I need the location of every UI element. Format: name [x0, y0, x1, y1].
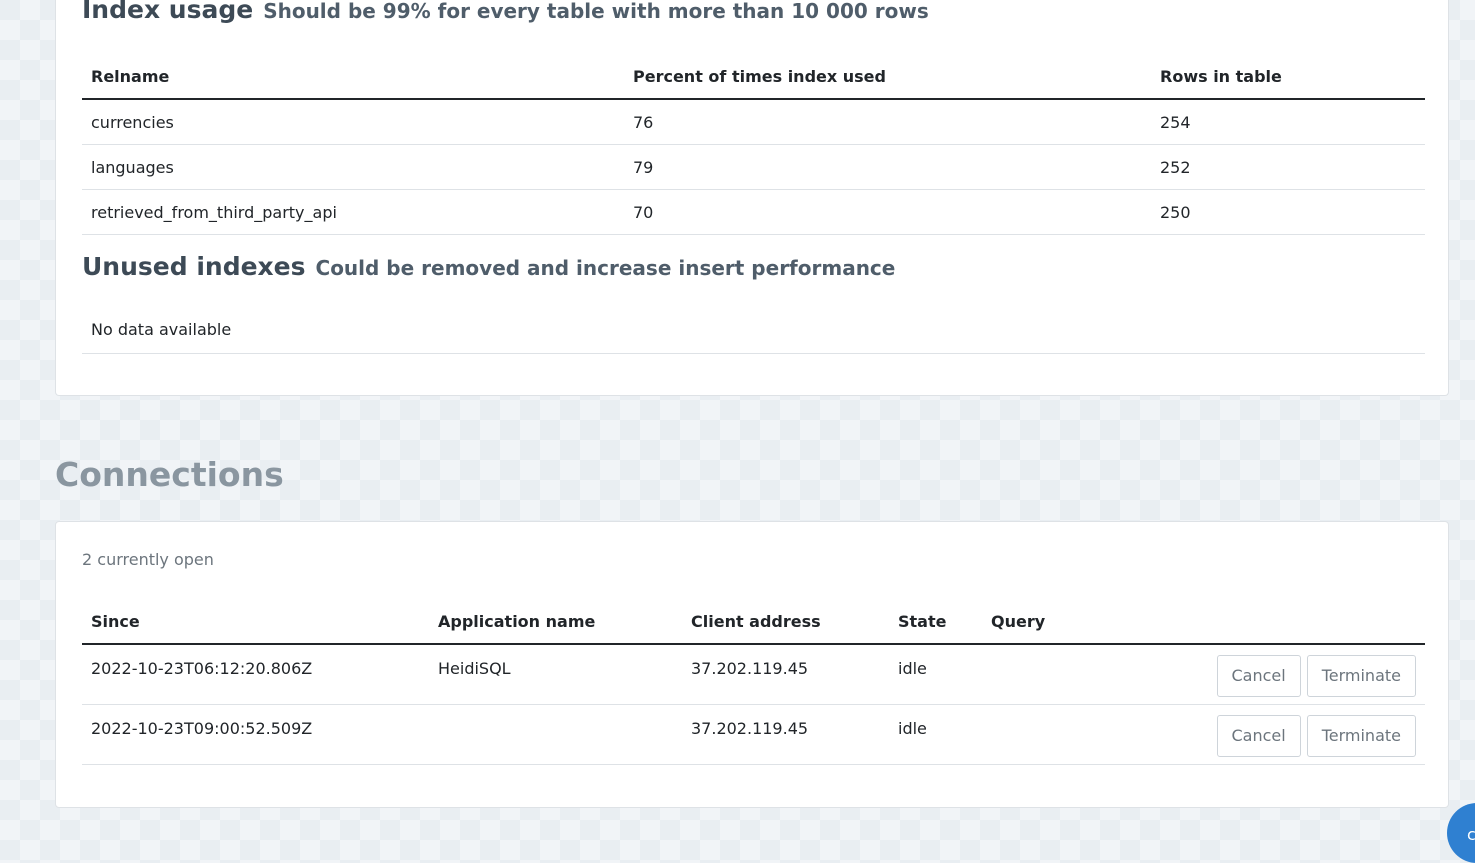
column-header-percent-index-used: Percent of times index used: [624, 54, 1151, 100]
state-cell: idle: [889, 704, 982, 765]
since-cell: 2022-10-23T06:12:20.806Z: [82, 644, 429, 705]
column-header-relname: Relname: [82, 54, 624, 100]
percent-cell: 70: [624, 189, 1151, 235]
relname-cell: retrieved_from_third_party_api: [82, 189, 624, 235]
application-name-cell: [429, 704, 682, 765]
application-name-cell: HeidiSQL: [429, 644, 682, 705]
table-row: retrieved_from_third_party_api 70 250: [82, 189, 1425, 235]
chat-icon: c: [1467, 825, 1475, 844]
unused-indexes-empty-state: No data available: [82, 312, 1425, 354]
rows-cell: 250: [1151, 189, 1425, 235]
column-header-rows-in-table: Rows in table: [1151, 54, 1425, 100]
state-cell: idle: [889, 644, 982, 705]
rows-cell: 252: [1151, 144, 1425, 190]
client-address-cell: 37.202.119.45: [682, 644, 889, 705]
unused-indexes-heading: Unused indexes Could be removed and incre…: [82, 252, 895, 281]
table-row: 2022-10-23T09:00:52.509Z 37.202.119.45 i…: [82, 704, 1425, 765]
unused-indexes-title: Unused indexes: [82, 252, 306, 281]
index-usage-title: Index usage: [82, 0, 254, 24]
client-address-cell: 37.202.119.45: [682, 704, 889, 765]
connections-table: Since Application name Client address St…: [82, 599, 1425, 765]
index-usage-heading: Index usage Should be 99% for every table…: [82, 0, 929, 24]
percent-cell: 76: [624, 99, 1151, 145]
table-header-row: Relname Percent of times index used Rows…: [82, 54, 1425, 100]
index-usage-table: Relname Percent of times index used Rows…: [82, 54, 1425, 235]
query-cell: [982, 704, 1092, 765]
rows-cell: 254: [1151, 99, 1425, 145]
table-header-row: Since Application name Client address St…: [82, 599, 1425, 645]
cancel-button[interactable]: Cancel: [1216, 655, 1301, 697]
terminate-button[interactable]: Terminate: [1306, 655, 1416, 697]
since-cell: 2022-10-23T09:00:52.509Z: [82, 704, 429, 765]
percent-cell: 79: [624, 144, 1151, 190]
column-header-state: State: [889, 599, 982, 645]
column-header-actions: [1092, 599, 1425, 645]
connections-heading: Connections: [55, 455, 284, 494]
table-row: currencies 76 254: [82, 99, 1425, 145]
relname-cell: languages: [82, 144, 624, 190]
column-header-query: Query: [982, 599, 1092, 645]
column-header-client-address: Client address: [682, 599, 889, 645]
column-header-since: Since: [82, 599, 429, 645]
table-row: languages 79 252: [82, 144, 1425, 190]
floating-chat-button[interactable]: c: [1447, 803, 1475, 863]
open-connections-count: 2 currently open: [82, 550, 214, 569]
unused-indexes-subtitle: Could be removed and increase insert per…: [315, 256, 896, 280]
table-row: 2022-10-23T06:12:20.806Z HeidiSQL 37.202…: [82, 644, 1425, 705]
index-usage-subtitle: Should be 99% for every table with more …: [263, 0, 929, 23]
connections-card: 2 currently open Since Application name …: [55, 521, 1449, 808]
query-cell: [982, 644, 1092, 705]
actions-cell: Cancel Terminate: [1092, 704, 1425, 765]
column-header-application-name: Application name: [429, 599, 682, 645]
actions-cell: Cancel Terminate: [1092, 644, 1425, 705]
terminate-button[interactable]: Terminate: [1306, 714, 1416, 757]
relname-cell: currencies: [82, 99, 624, 145]
stats-card: Index usage Should be 99% for every table…: [55, 0, 1449, 396]
cancel-button[interactable]: Cancel: [1216, 714, 1301, 757]
